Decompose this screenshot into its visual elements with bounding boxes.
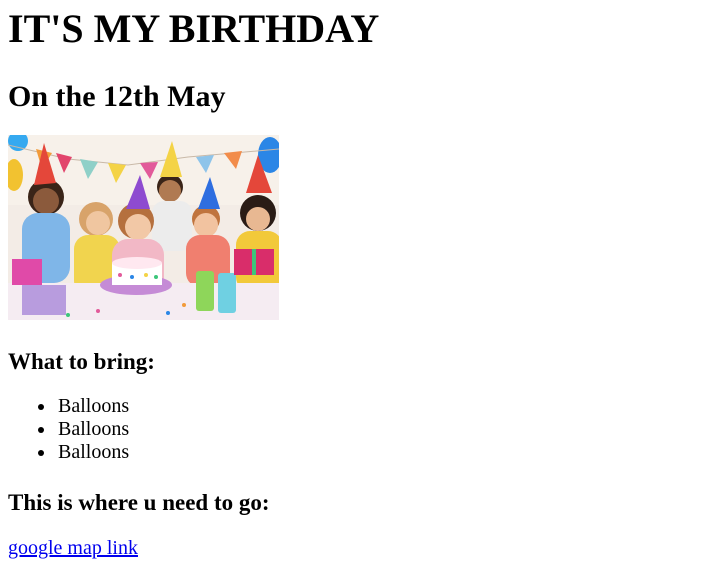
page-title: IT'S MY BIRTHDAY — [8, 6, 380, 51]
page-body: IT'S MY BIRTHDAY On the 12th May What to… — [0, 0, 703, 560]
page-subtitle: On the 12th May — [8, 80, 226, 113]
bring-list: Balloons Balloons Balloons — [8, 375, 703, 464]
birthday-party-photo — [8, 135, 279, 320]
map-link-container: google map link — [8, 516, 703, 560]
directions-heading: This is where u need to go: — [8, 490, 270, 515]
google-map-link[interactable]: google map link — [8, 537, 138, 559]
list-item: Balloons — [38, 418, 703, 441]
list-item: Balloons — [38, 395, 703, 418]
bring-heading: What to bring: — [8, 349, 155, 374]
list-item: Balloons — [38, 441, 703, 464]
